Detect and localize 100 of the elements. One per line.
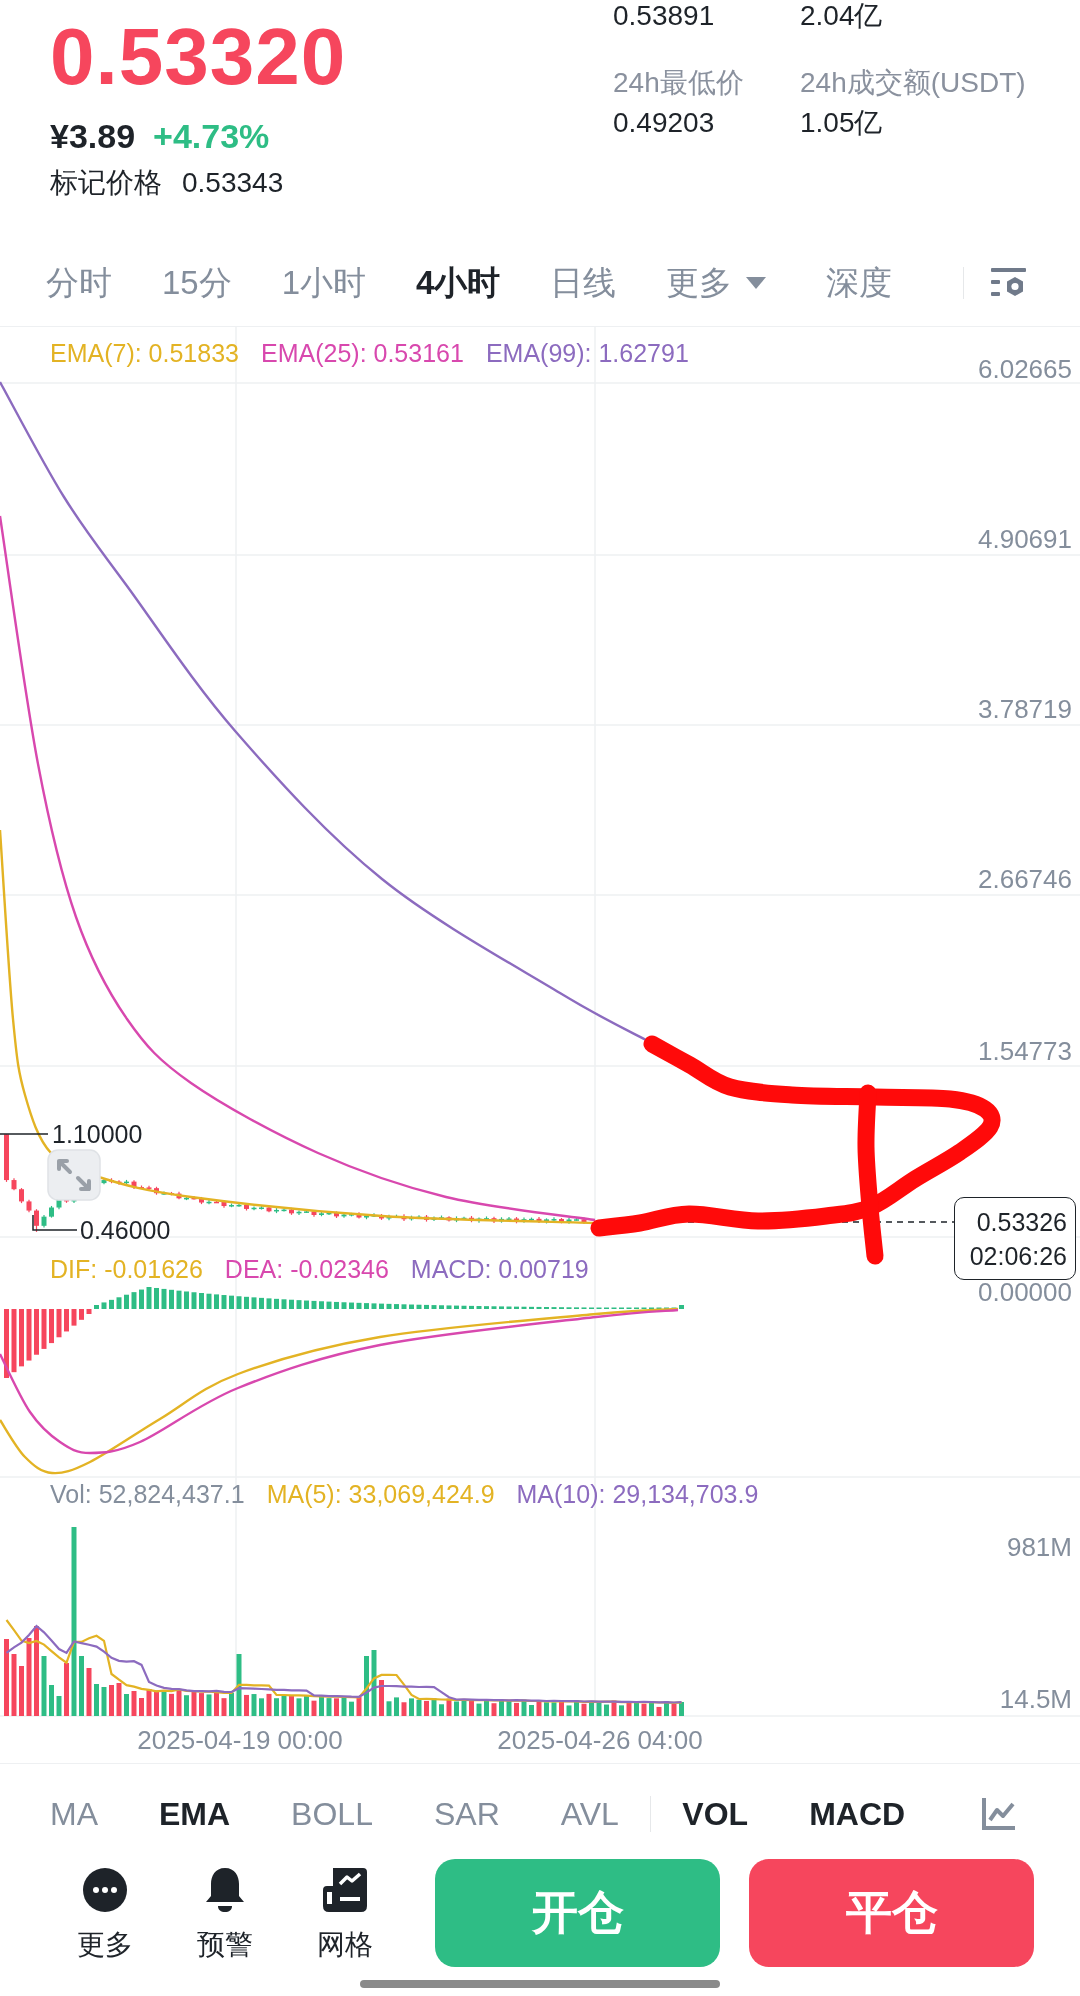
candle [454,1215,459,1223]
macd-histogram-bar [349,1302,354,1309]
stat-value: 1.05亿 [800,107,884,139]
indicator-tab[interactable]: AVL [560,1793,619,1834]
volume-bar [604,1704,609,1716]
macd-histogram-bar [146,1287,152,1309]
y-axis-label: 0.00000 [978,1277,1072,1307]
candle [229,1202,234,1208]
cny-price: ¥3.89 [50,116,136,156]
expand-icon[interactable] [47,1149,101,1201]
volume-bar [446,1698,452,1716]
candle [311,1209,317,1218]
macd-histogram-bar [19,1309,24,1367]
macd-histogram-bar [424,1304,429,1309]
macd-histogram-bar [491,1306,497,1309]
macd-histogram-bar [41,1309,47,1349]
indicator-tab[interactable]: VOL [682,1793,749,1834]
macd-histogram-bar [304,1300,309,1309]
candle [296,1210,302,1216]
volume-bar [229,1692,234,1716]
grid-trading-button[interactable]: 网格 [285,1857,405,1961]
stat-value: 0.53891 [613,0,716,32]
candle [4,1133,9,1183]
volume-bar [214,1692,219,1716]
volume-bar [146,1689,152,1716]
volume-bar [461,1700,467,1716]
indicator-tab[interactable]: MA [50,1793,98,1834]
indicator-tab[interactable]: EMA [159,1793,231,1834]
volume-bar [266,1693,272,1716]
volume-bar [184,1695,189,1716]
candle [176,1191,182,1200]
indicator-tab[interactable]: BOLL [291,1793,373,1834]
volume-bar [311,1700,317,1716]
line-chart-icon[interactable] [982,1797,1016,1830]
volume-bar [79,1656,84,1716]
stat-label: 24h成交额(USDT) [800,66,1026,100]
macd-histogram-bar [139,1289,144,1309]
candle [559,1217,564,1224]
y-axis-label: 4.90691 [978,524,1072,554]
volume-bar [679,1702,684,1716]
volume-bar [244,1694,249,1716]
candle [109,1177,114,1184]
candle [146,1185,152,1191]
volume-bar [439,1704,444,1716]
macd-histogram-bar [296,1300,302,1309]
more-button[interactable]: 更多 [45,1857,165,1961]
indicator-tab[interactable]: SAR [433,1793,500,1834]
volume-bar [649,1701,654,1716]
volume-bar [506,1700,512,1716]
candle [364,1214,369,1220]
alert-button[interactable]: 预警 [165,1857,285,1961]
macd-histogram-bar [476,1306,482,1309]
timeframe-tab[interactable]: 分时 [46,261,112,305]
volume-bar [281,1695,287,1716]
candle [529,1216,534,1222]
volume-bar [671,1703,677,1716]
volume-bar [349,1701,354,1716]
macd-histogram-bar [536,1306,542,1309]
volume-bar [154,1690,159,1716]
candle [379,1213,384,1221]
volume-bar [259,1698,264,1716]
close-position-button[interactable]: 平仓 [749,1859,1034,1967]
macd-histogram-bar [191,1292,197,1309]
candle [244,1202,249,1212]
y-axis-label: 2.66746 [978,864,1072,894]
volume-bar [124,1694,129,1716]
volume-bar [176,1690,182,1716]
indicator-tab[interactable]: MACD [809,1793,906,1834]
macd-histogram-bar [439,1305,444,1309]
legend-value: DIF: -0.01626 [50,1254,203,1284]
volume-bar [221,1698,227,1716]
legend-value: EMA(7): 0.51833 [50,338,239,368]
macd-histogram-bar [521,1306,527,1309]
timeframe-tab[interactable]: 深度 [826,261,893,305]
macd-histogram-bar [311,1300,317,1309]
macd-histogram-bar [109,1299,114,1309]
volume-bar [371,1650,377,1716]
macd-histogram-bar [79,1309,84,1320]
legend-value: EMA(99): 1.62791 [485,338,689,368]
volume-bar [131,1691,137,1716]
macd-histogram-bar [499,1306,504,1309]
timeframe-tab[interactable]: 日线 [550,261,617,305]
macd-histogram-bar [356,1302,362,1309]
candle [349,1212,354,1217]
macd-histogram-bar [446,1305,452,1309]
volume-bar [289,1696,294,1716]
candle [161,1190,167,1196]
timeframe-tab[interactable]: 1小时 [281,261,367,305]
open-position-button[interactable]: 开仓 [435,1859,720,1967]
macd-histogram-bar [379,1303,384,1309]
timeframe-tab[interactable]: 15分 [162,261,232,305]
macd-histogram-bar [131,1292,137,1309]
candle [446,1215,452,1223]
more-dropdown-tab[interactable]: 更多 [666,261,767,305]
macd-histogram-bar [244,1296,249,1309]
timeframe-tab[interactable]: 4小时 [416,261,501,305]
candle [169,1191,174,1196]
y-axis-label: 6.02665 [978,354,1072,384]
volume-bar [199,1693,204,1716]
macd-histogram-bar [71,1309,77,1326]
